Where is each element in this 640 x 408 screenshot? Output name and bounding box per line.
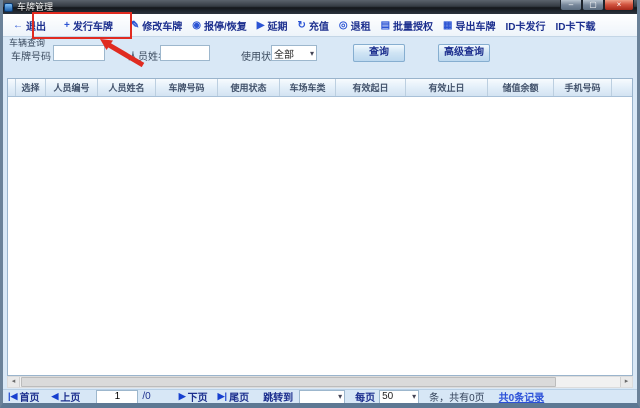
col-mobile-number[interactable]: 手机号码 — [554, 79, 612, 96]
advanced-search-button[interactable]: 高级查询 — [438, 44, 490, 62]
prev-page-icon: ◀ — [51, 391, 58, 402]
maximize-button[interactable]: ▢ — [582, 0, 604, 11]
batch-authorize-icon: ▤ — [381, 20, 390, 31]
toolbar-extend-button[interactable]: ▶ 延期 — [252, 15, 293, 35]
extend-icon: ▶ — [257, 20, 265, 31]
first-page-icon: |◀ — [8, 391, 17, 402]
page-number-input[interactable] — [96, 390, 138, 404]
total-records-link[interactable]: 共0条记录 — [499, 389, 545, 404]
exit-icon: ← — [13, 20, 23, 31]
col-person-name[interactable]: 人员姓名 — [98, 79, 156, 96]
page-total-label: /0 — [142, 391, 150, 402]
jump-to-label: 跳转到 — [263, 389, 293, 404]
toolbar-extend-label: 延期 — [267, 18, 287, 33]
usage-status-select[interactable]: 全部 ▾ — [271, 45, 317, 61]
app-icon — [4, 3, 13, 12]
col-person-id[interactable]: 人员编号 — [46, 79, 98, 96]
annotation-highlight-box — [32, 12, 132, 39]
toolbar-modify-plate-button[interactable]: ✎ 修改车牌 — [126, 15, 187, 35]
usage-status-value: 全部 — [274, 46, 294, 61]
next-page-button[interactable]: ▶ 下页 — [179, 389, 208, 404]
recharge-icon: ↻ — [297, 20, 305, 31]
chevron-down-icon: ▾ — [338, 392, 342, 401]
per-page-label: 每页 — [355, 389, 375, 404]
toolbar-suspend-restore-label: 报停/恢复 — [204, 18, 247, 33]
client-area: ← 退出 + 发行车牌 ✎ 修改车牌 ◉ 报停/恢复 ▶ 延期 ↻ — [3, 14, 637, 403]
horizontal-scrollbar[interactable]: ◂ ▸ — [7, 376, 633, 388]
col-lot-vehicle-type[interactable]: 车场车类 — [280, 79, 336, 96]
col-valid-from[interactable]: 有效起日 — [336, 79, 406, 96]
last-page-icon: ▶| — [218, 391, 227, 402]
edit-icon: ✎ — [131, 20, 139, 31]
per-page-select[interactable]: 50 ▾ — [379, 390, 419, 404]
jump-to-select[interactable]: ▾ — [299, 390, 345, 404]
col-valid-to[interactable]: 有效止日 — [406, 79, 488, 96]
minimize-button[interactable]: – — [560, 0, 582, 11]
row-selector-header — [8, 79, 16, 96]
search-button[interactable]: 查询 — [353, 44, 405, 62]
table-header-row: 选择 人员编号 人员姓名 车牌号码 使用状态 车场车类 有效起日 有效止日 储值… — [8, 79, 632, 97]
toolbar-suspend-restore-button[interactable]: ◉ 报停/恢复 — [187, 15, 252, 35]
toolbar-id-card-issue-label: ID卡发行 — [505, 18, 545, 33]
col-usage-status[interactable]: 使用状态 — [218, 79, 280, 96]
col-address-truncated[interactable]: 地 — [612, 79, 633, 96]
next-page-label: 下页 — [188, 389, 208, 404]
toolbar-id-card-issue-button[interactable]: ID卡发行 — [500, 15, 550, 35]
toolbar-recharge-label: 充值 — [309, 18, 329, 33]
last-page-button[interactable]: ▶| 尾页 — [218, 389, 249, 404]
table-body-empty — [8, 97, 632, 375]
chevron-down-icon: ▾ — [310, 49, 314, 58]
scroll-left-icon[interactable]: ◂ — [8, 377, 20, 387]
export-plates-icon: ▦ — [443, 20, 452, 31]
toolbar-return-lease-button[interactable]: ◎ 退租 — [334, 15, 376, 35]
col-plate-number[interactable]: 车牌号码 — [156, 79, 218, 96]
person-name-input[interactable] — [160, 45, 210, 61]
return-lease-icon: ◎ — [339, 20, 348, 31]
toolbar-return-lease-label: 退租 — [351, 18, 371, 33]
scrollbar-thumb[interactable] — [21, 377, 556, 387]
suspend-restore-icon: ◉ — [192, 20, 201, 31]
plate-number-label: 车牌号码 — [11, 48, 51, 63]
toolbar-recharge-button[interactable]: ↻ 充值 — [292, 15, 333, 35]
toolbar-id-card-download-label: ID卡下载 — [555, 18, 595, 33]
app-window: 车牌管理 – ▢ × ← 退出 + 发行车牌 ✎ 修改车牌 ◉ — [0, 0, 640, 408]
toolbar-export-plates-button[interactable]: ▦ 导出车牌 — [438, 15, 500, 35]
col-stored-balance[interactable]: 储值余额 — [488, 79, 554, 96]
toolbar-batch-authorize-button[interactable]: ▤ 批量授权 — [376, 15, 438, 35]
last-page-label: 尾页 — [229, 389, 249, 404]
toolbar-modify-plate-label: 修改车牌 — [142, 18, 182, 33]
toolbar-id-card-download-button[interactable]: ID卡下载 — [550, 15, 600, 35]
per-page-value: 50 — [382, 391, 393, 402]
scroll-right-icon[interactable]: ▸ — [620, 377, 632, 387]
prev-page-label: 上页 — [60, 389, 80, 404]
first-page-button[interactable]: |◀ 首页 — [8, 389, 39, 404]
first-page-label: 首页 — [19, 389, 39, 404]
toolbar-export-plates-label: 导出车牌 — [455, 18, 495, 33]
prev-page-button[interactable]: ◀ 上页 — [51, 389, 80, 404]
col-select[interactable]: 选择 — [16, 79, 46, 96]
annotation-arrow-icon — [93, 36, 149, 70]
plates-table: 选择 人员编号 人员姓名 车牌号码 使用状态 车场车类 有效起日 有效止日 储值… — [7, 78, 633, 376]
close-button[interactable]: × — [604, 0, 634, 11]
chevron-down-icon: ▾ — [412, 392, 416, 401]
pagination-bar: |◀ 首页 ◀ 上页 /0 ▶ 下页 ▶| 尾页 跳转到 ▾ 每页 — [3, 389, 637, 403]
record-count-text: 条，共有0页 — [429, 389, 485, 404]
toolbar-batch-authorize-label: 批量授权 — [393, 18, 433, 33]
next-page-icon: ▶ — [179, 391, 186, 402]
